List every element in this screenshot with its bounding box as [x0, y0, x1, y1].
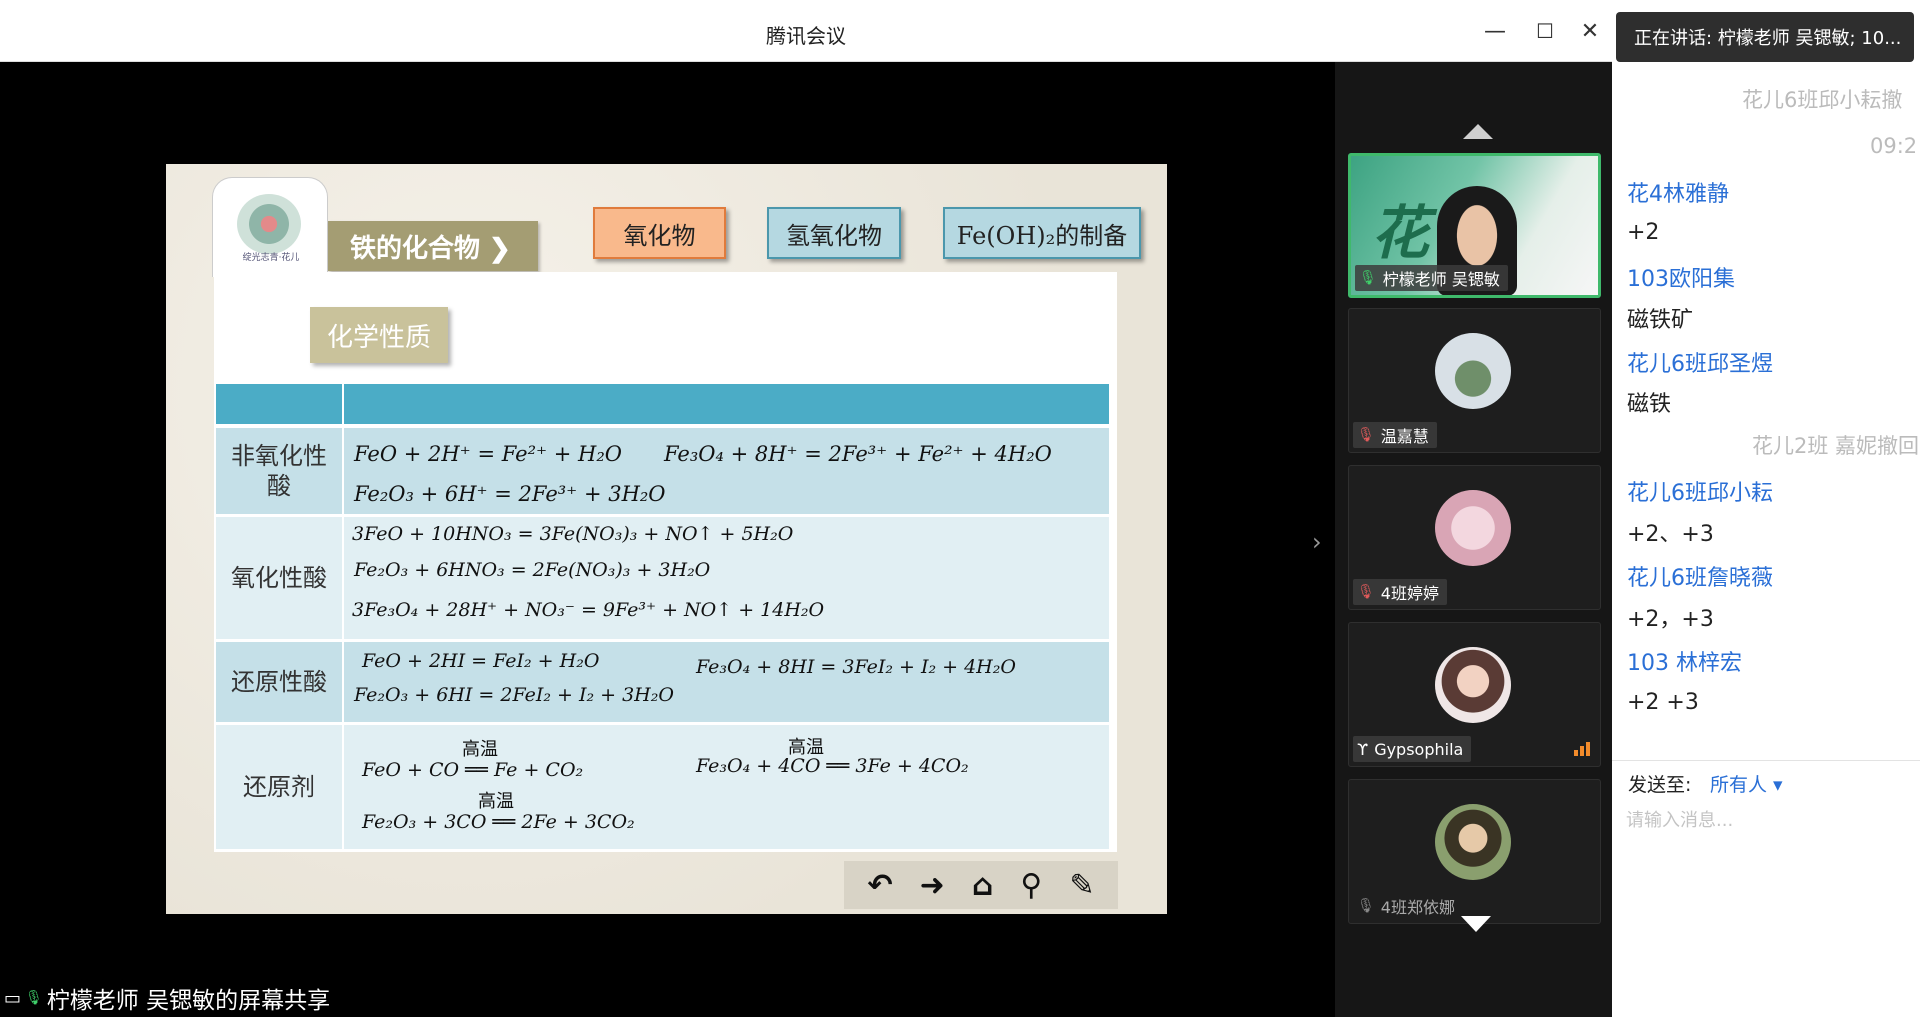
avatar	[1435, 490, 1511, 566]
participant-tile[interactable]: 🎙 4班郑依娜	[1348, 779, 1601, 924]
equation: Fe₃O₄ + 8H⁺ = 2Fe³⁺ + Fe²⁺ + 4H₂O	[664, 442, 1052, 466]
table-row: 氧化性酸 3FeO + 10HNO₃ = 3Fe(NO₃)₃ + NO↑ + 5…	[216, 517, 1109, 639]
participant-name: 温嘉慧	[1380, 427, 1429, 446]
search-icon[interactable]: ⚲	[1020, 868, 1042, 903]
chat-sender[interactable]: 花儿6班邱小耘	[1627, 475, 1773, 507]
equation: FeO + 2HI = FeI₂ + H₂O	[362, 650, 600, 672]
participant-tile[interactable]: 🎙 温嘉慧	[1348, 308, 1601, 453]
equation: 3FeO + 10HNO₃ = 3Fe(NO₃)₃ + NO↑ + 5H₂O	[352, 523, 794, 545]
row-label: 非氧化性酸	[231, 442, 327, 500]
timestamp: 09:2	[1870, 134, 1918, 158]
slide-nav-hydroxide[interactable]: 氢氧化物	[767, 207, 901, 259]
table-row: 非氧化性酸 FeO + 2H⁺ = Fe²⁺ + H₂O Fe₃O₄ + 8H⁺…	[216, 428, 1109, 514]
row-label: 氧化性酸	[231, 564, 327, 592]
message-input[interactable]	[1626, 802, 1896, 838]
participant-tile[interactable]: 花 乡 🎙 柠檬老师 吴锶敏	[1348, 153, 1601, 298]
screen-share-icon: ▭	[4, 987, 22, 1009]
equation: Fe₃O₄ + 8HI = 3FeI₂ + I₂ + 4H₂O	[696, 656, 1016, 678]
maximize-icon: ☐	[1536, 19, 1554, 43]
participant-name-tag: 🎙 温嘉慧	[1353, 422, 1437, 448]
mic-muted-icon: 🎙	[1357, 898, 1375, 914]
edit-note-icon[interactable]: ✎	[1069, 868, 1094, 903]
participant-name-tag: 🎙 4班郑依娜	[1353, 893, 1463, 919]
chat-sender[interactable]: 花儿6班邱圣煜	[1627, 346, 1773, 378]
equation: Fe₂O₃ + 3CO ══ 2Fe + 3CO₂	[362, 811, 635, 833]
forward-arrow-icon[interactable]: ➜	[920, 868, 945, 903]
maximize-button[interactable]: ☐	[1528, 14, 1562, 48]
participant-prefix: ϒ	[1357, 739, 1369, 759]
mic-on-icon: 🎙	[25, 990, 43, 1006]
send-to-label: 发送至:	[1628, 774, 1692, 796]
minimize-icon: —	[1484, 18, 1506, 44]
participant-name: Gypsophila	[1374, 739, 1464, 759]
chat-divider	[1612, 760, 1920, 761]
screen-share-label: ▭ 🎙 柠檬老师 吴锶敏的屏幕共享	[0, 982, 331, 1015]
send-to-dropdown[interactable]: 所有人 ▾	[1710, 770, 1783, 797]
table-header	[216, 384, 1109, 424]
mic-on-icon: 🎙	[1359, 270, 1377, 286]
row-label: 还原剂	[243, 773, 315, 801]
participant-name: 4班婷婷	[1380, 584, 1439, 603]
title-bar: 腾讯会议 — ☐ ✕	[0, 0, 1612, 62]
window-title: 腾讯会议	[766, 24, 846, 48]
logo-tab: 绽光志青·花儿	[212, 177, 328, 277]
collapse-panel-icon[interactable]: ›	[1312, 528, 1322, 556]
speaking-indicator: 正在讲话: 柠檬老师 吴锶敏; 10...	[1616, 12, 1914, 62]
system-message: 花儿6班邱小耘撤	[1742, 88, 1903, 112]
chat-sender[interactable]: 103 林梓宏	[1627, 645, 1742, 677]
reaction-condition: 高温	[478, 791, 514, 812]
participant-name: 4班郑依娜	[1380, 898, 1455, 917]
row-label: 还原性酸	[231, 668, 327, 696]
participant-tile[interactable]: 🎙 4班婷婷	[1348, 465, 1601, 610]
home-icon[interactable]: ⌂	[972, 868, 993, 903]
scroll-up-icon[interactable]	[1463, 124, 1493, 139]
participant-name-tag: 🎙 柠檬老师 吴锶敏	[1355, 265, 1508, 291]
participant-name: 柠檬老师 吴锶敏	[1382, 270, 1500, 289]
chat-panel: 花儿6班邱小耘撤 09:2 花儿2班 嘉妮撤回	[1612, 0, 1920, 1017]
mic-muted-icon: 🎙	[1357, 584, 1375, 600]
minimize-button[interactable]: —	[1478, 14, 1512, 48]
close-icon: ✕	[1580, 18, 1600, 44]
participant-name-tag: ϒ Gypsophila	[1353, 736, 1472, 762]
equation: 3Fe₃O₄ + 28H⁺ + NO₃⁻ = 9Fe³⁺ + NO↑ + 14H…	[352, 599, 825, 621]
chat-message: +2，+3	[1627, 607, 1714, 632]
chat-sender[interactable]: 103欧阳集	[1627, 261, 1735, 293]
avatar	[1435, 804, 1511, 880]
equation: FeO + CO ══ Fe + CO₂	[362, 759, 584, 781]
reaction-condition: 高温	[462, 739, 498, 760]
close-button[interactable]: ✕	[1573, 14, 1607, 48]
slide-nav-oxide[interactable]: 氧化物	[593, 207, 726, 259]
chat-message: 磁铁矿	[1627, 308, 1694, 333]
slide-nav-main[interactable]: 铁的化合物 ❯	[328, 221, 538, 271]
chat-message: +2	[1627, 220, 1660, 245]
equation: FeO + 2H⁺ = Fe²⁺ + H₂O	[354, 442, 622, 466]
chat-message: +2 +3	[1627, 690, 1699, 715]
table-row: 还原剂 高温 FeO + CO ══ Fe + CO₂ 高温 Fe₃O₄ + 4…	[216, 725, 1109, 849]
table-row: 还原性酸 FeO + 2HI = FeI₂ + H₂O Fe₃O₄ + 8HI …	[216, 642, 1109, 722]
logo-caption: 绽光志青·花儿	[242, 253, 300, 263]
signal-bars-icon	[1574, 742, 1590, 756]
avatar	[1435, 333, 1511, 409]
school-logo-icon	[237, 194, 301, 254]
participant-tile[interactable]: ϒ Gypsophila	[1348, 622, 1601, 767]
share-label-text: 柠檬老师 吴锶敏的屏幕共享	[46, 988, 331, 1014]
equation: Fe₃O₄ + 4CO ══ 3Fe + 4CO₂	[696, 755, 969, 777]
scroll-down-icon[interactable]	[1461, 916, 1491, 932]
avatar	[1435, 647, 1511, 723]
chat-sender[interactable]: 花4林雅静	[1627, 176, 1729, 208]
slide-nav-preparation[interactable]: Fe(OH)₂的制备	[943, 207, 1141, 259]
mic-muted-icon: 🎙	[1357, 427, 1375, 443]
slide-toolbar: ↶ ➜ ⌂ ⚲ ✎	[844, 861, 1118, 909]
equation: Fe₂O₃ + 6H⁺ = 2Fe³⁺ + 3H₂O	[354, 482, 666, 506]
system-message: 花儿2班 嘉妮撤回	[1752, 434, 1920, 458]
back-arrow-icon[interactable]: ↶	[868, 868, 893, 903]
equation: Fe₂O₃ + 6HNO₃ = 2Fe(NO₃)₃ + 3H₂O	[354, 559, 711, 581]
chat-message: 磁铁	[1627, 392, 1672, 417]
presentation-slide: 绽光志青·花儿 铁的化合物 ❯ 氧化物 氢氧化物 Fe(OH)₂的制备 化学性质…	[166, 164, 1167, 914]
equation: Fe₂O₃ + 6HI = 2FeI₂ + I₂ + 3H₂O	[354, 684, 674, 706]
section-label: 化学性质	[310, 307, 448, 363]
chat-sender[interactable]: 花儿6班詹晓薇	[1627, 560, 1773, 592]
chat-message: +2、+3	[1627, 522, 1714, 547]
participant-name-tag: 🎙 4班婷婷	[1353, 579, 1447, 605]
